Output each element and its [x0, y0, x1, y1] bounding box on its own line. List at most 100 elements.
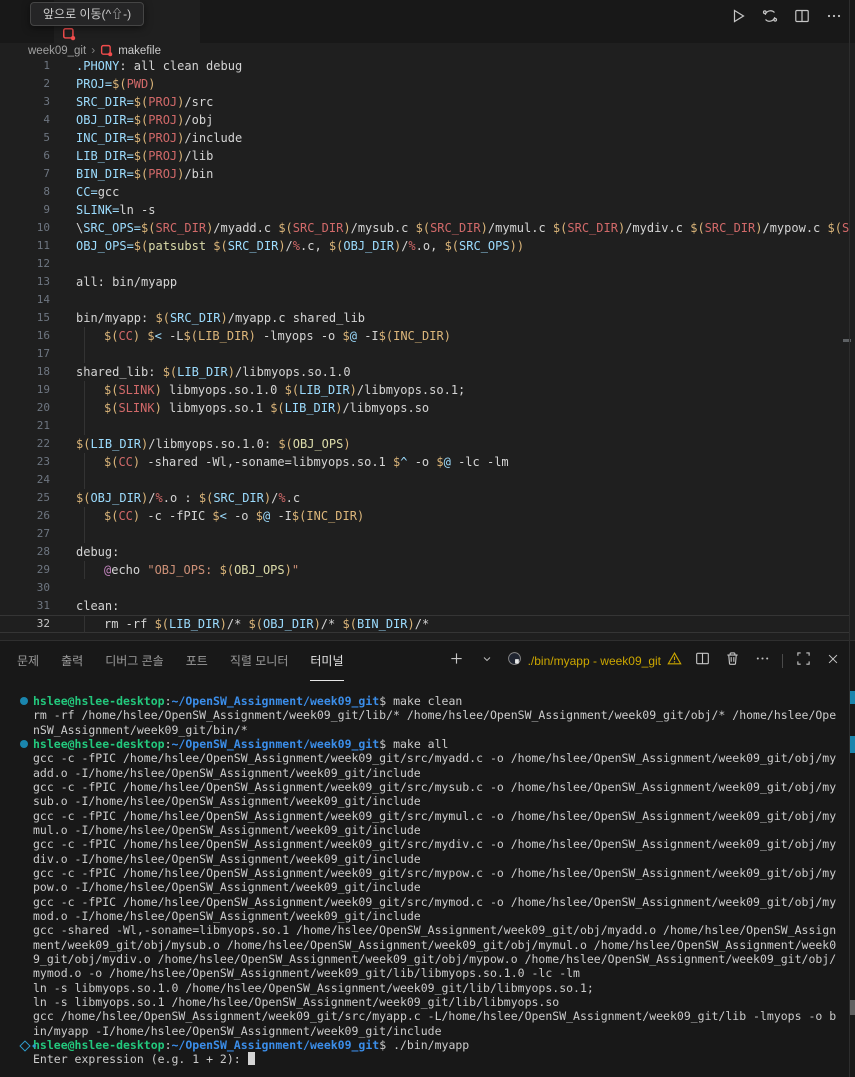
panel-tab-serial-monitor[interactable]: 직렬 모니터	[230, 641, 289, 681]
kill-terminal-button[interactable]	[722, 651, 742, 671]
terminal-cursor	[247, 1052, 255, 1066]
line-number: 28	[36, 545, 50, 558]
code-line-12[interactable]: 12	[0, 255, 849, 273]
line-number: 20	[36, 401, 50, 414]
code-line-20[interactable]: 20 $(SLINK) libmyops.so.1 $(LIB_DIR)/libm…	[0, 399, 849, 417]
breadcrumb-folder[interactable]: week09_git	[28, 45, 86, 57]
code-line-27[interactable]: 27	[0, 525, 849, 543]
line-number: 3	[43, 95, 50, 108]
line-number: 21	[36, 419, 50, 432]
code-line-4[interactable]: 4 OBJ_DIR=$(PROJ)/obj	[0, 111, 849, 129]
editor-actions	[725, 6, 847, 30]
code-line-22[interactable]: 22 $(LIB_DIR)/libmyops.so.1.0: $(OBJ_OPS)	[0, 435, 849, 453]
line-number: 18	[36, 365, 50, 378]
line-number: 30	[36, 581, 50, 594]
makefile-file-icon	[62, 27, 76, 41]
code-line-26[interactable]: 26 $(CC) -c -fPIC $< -o $@ -I$(INC_DIR)	[0, 507, 849, 525]
line-number: 1	[43, 59, 50, 72]
code-line-14[interactable]: 14	[0, 291, 849, 309]
window: 앞으로 이동(^⇧-) .. week09_git › makefile 1.P…	[0, 0, 855, 1077]
code-line-23[interactable]: 23 $(CC) -shared -Wl,-soname=libmyops.so.…	[0, 453, 849, 471]
code-line-31[interactable]: 31 clean:	[0, 597, 849, 615]
panel-tab-problems[interactable]: 문제	[17, 641, 39, 681]
code-line-16[interactable]: 16 $(CC) $< -L$(LIB_DIR) -lmyops -o $@ -I…	[0, 327, 849, 345]
command-decoration-icon[interactable]	[20, 697, 28, 705]
code-line-25[interactable]: 25 $(OBJ_DIR)/%.o : $(SRC_DIR)/%.c	[0, 489, 849, 507]
more-actions-button[interactable]	[821, 6, 847, 30]
split-editor-button[interactable]	[789, 6, 815, 30]
terminal-line: mymod.o -o /home/hslee/OpenSW_Assignment…	[33, 966, 580, 981]
terminal-line: nSW_Assignment/week09_git/bin/*	[33, 722, 248, 737]
line-number: 31	[36, 599, 50, 612]
run-recent-button[interactable]	[757, 6, 783, 30]
code-line-28[interactable]: 28 debug:	[0, 543, 849, 561]
code-line-1[interactable]: 1 .PHONY: all clean debug	[0, 57, 849, 75]
code-line-24[interactable]: 24	[0, 471, 849, 489]
panel-tab-debug-console[interactable]: 디버그 콘솔	[105, 641, 164, 681]
code-line-13[interactable]: 13 all: bin/myapp	[0, 273, 849, 291]
code-line-29[interactable]: 29 @echo "OBJ_OPS: $(OBJ_OPS)"	[0, 561, 849, 579]
code-line-19[interactable]: 19 $(SLINK) libmyops.so.1.0 $(LIB_DIR)/li…	[0, 381, 849, 399]
code-line-2[interactable]: 2 PROJ=$(PWD)	[0, 75, 849, 93]
panel-tab-output[interactable]: 출력	[61, 641, 83, 681]
command-decoration-icon[interactable]	[20, 739, 28, 748]
code-line-8[interactable]: 8 CC=gcc	[0, 183, 849, 201]
terminal-line: ment/week09_git/obj/mysub.o /home/hslee/…	[33, 937, 837, 952]
terminal-line: gcc -c -fPIC /home/hslee/OpenSW_Assignme…	[33, 808, 837, 823]
panel-tab-ports[interactable]: 포트	[186, 641, 208, 681]
code-line-17[interactable]: 17	[0, 345, 849, 363]
terminal-line: gcc /home/hslee/OpenSW_Assignment/week09…	[33, 1009, 837, 1024]
terminal-process-icon	[507, 651, 522, 671]
line-number: 9	[43, 203, 50, 216]
terminal-more-actions-button[interactable]	[752, 651, 772, 671]
panel-tab-terminal[interactable]: 터미널	[310, 641, 343, 681]
trash-icon	[725, 651, 740, 671]
terminal-line: add.o -I/home/hslee/OpenSW_Assignment/we…	[33, 765, 421, 780]
terminal-item-label: ./bin/myapp - week09_git	[527, 654, 661, 668]
terminal-profile-dropdown[interactable]	[477, 651, 497, 671]
breadcrumb: week09_git › makefile	[0, 43, 855, 58]
command-running-decoration-icon[interactable]	[19, 1040, 31, 1052]
terminal-line: 9_git/obj/mydiv.o /home/hslee/OpenSW_Ass…	[33, 951, 837, 966]
line-number: 27	[36, 527, 50, 540]
terminal-line: gcc -c -fPIC /home/hslee/OpenSW_Assignme…	[33, 837, 837, 852]
terminal-line: gcc -c -fPIC /home/hslee/OpenSW_Assignme…	[33, 779, 837, 794]
terminal-line: gcc -c -fPIC /home/hslee/OpenSW_Assignme…	[33, 751, 837, 766]
code-line-32[interactable]: 32 rm -rf $(LIB_DIR)/* $(OBJ_DIR)/* $(BIN…	[0, 615, 849, 633]
terminal-line: ln -s libmyops.so.1 /home/hslee/OpenSW_A…	[33, 994, 560, 1009]
line-number: 25	[36, 491, 50, 504]
line-number: 11	[36, 239, 50, 252]
new-terminal-button[interactable]	[447, 651, 467, 671]
close-panel-button[interactable]	[823, 651, 843, 671]
terminal-content[interactable]: hslee@hslee-desktop:~/OpenSW_Assignment/…	[0, 694, 849, 1067]
code-line-18[interactable]: 18 shared_lib: $(LIB_DIR)/libmyops.so.1.0	[0, 363, 849, 381]
editor[interactable]: 1 .PHONY: all clean debug 2 PROJ=$(PWD) 3 SRC…	[0, 57, 849, 639]
terminal-line: div.o -I/home/hslee/OpenSW_Assignment/we…	[33, 851, 421, 866]
terminal-list-item[interactable]: ./bin/myapp - week09_git	[507, 651, 682, 671]
code-line-3[interactable]: 3 SRC_DIR=$(PROJ)/src	[0, 93, 849, 111]
code-line-6[interactable]: 6 LIB_DIR=$(PROJ)/lib	[0, 147, 849, 165]
code-line-15[interactable]: 15 bin/myapp: $(SRC_DIR)/myapp.c shared_l…	[0, 309, 849, 327]
code-line-30[interactable]: 30	[0, 579, 849, 597]
line-number: 13	[36, 275, 50, 288]
terminal-line: gcc -c -fPIC /home/hslee/OpenSW_Assignme…	[33, 894, 837, 909]
code-line-7[interactable]: 7 BIN_DIR=$(PROJ)/bin	[0, 165, 849, 183]
line-number: 16	[36, 329, 50, 342]
maximize-panel-button[interactable]	[793, 651, 813, 671]
warning-icon	[667, 651, 682, 671]
line-number: 4	[43, 113, 50, 126]
right-border	[849, 0, 850, 1077]
run-button[interactable]	[725, 6, 751, 30]
breadcrumb-file[interactable]: makefile	[118, 45, 161, 57]
play-icon	[730, 8, 746, 29]
split-terminal-button[interactable]	[692, 651, 712, 671]
terminal-overview-mark	[850, 1000, 855, 1015]
code-line-21[interactable]: 21	[0, 417, 849, 435]
code-line-9[interactable]: 9 SLINK=ln -s	[0, 201, 849, 219]
terminal-line: hslee@hslee-desktop:~/OpenSW_Assignment/…	[0, 694, 849, 708]
editor-lines: 1 .PHONY: all clean debug 2 PROJ=$(PWD) 3 SRC…	[0, 57, 849, 633]
expand-icon	[796, 651, 811, 671]
code-line-10[interactable]: 10 \SRC_OPS=$(SRC_DIR)/myadd.c $(SRC_DIR)…	[0, 219, 849, 237]
code-line-5[interactable]: 5 INC_DIR=$(PROJ)/include	[0, 129, 849, 147]
code-line-11[interactable]: 11 OBJ_OPS=$(patsubst $(SRC_DIR)/%.c, $(O…	[0, 237, 849, 255]
